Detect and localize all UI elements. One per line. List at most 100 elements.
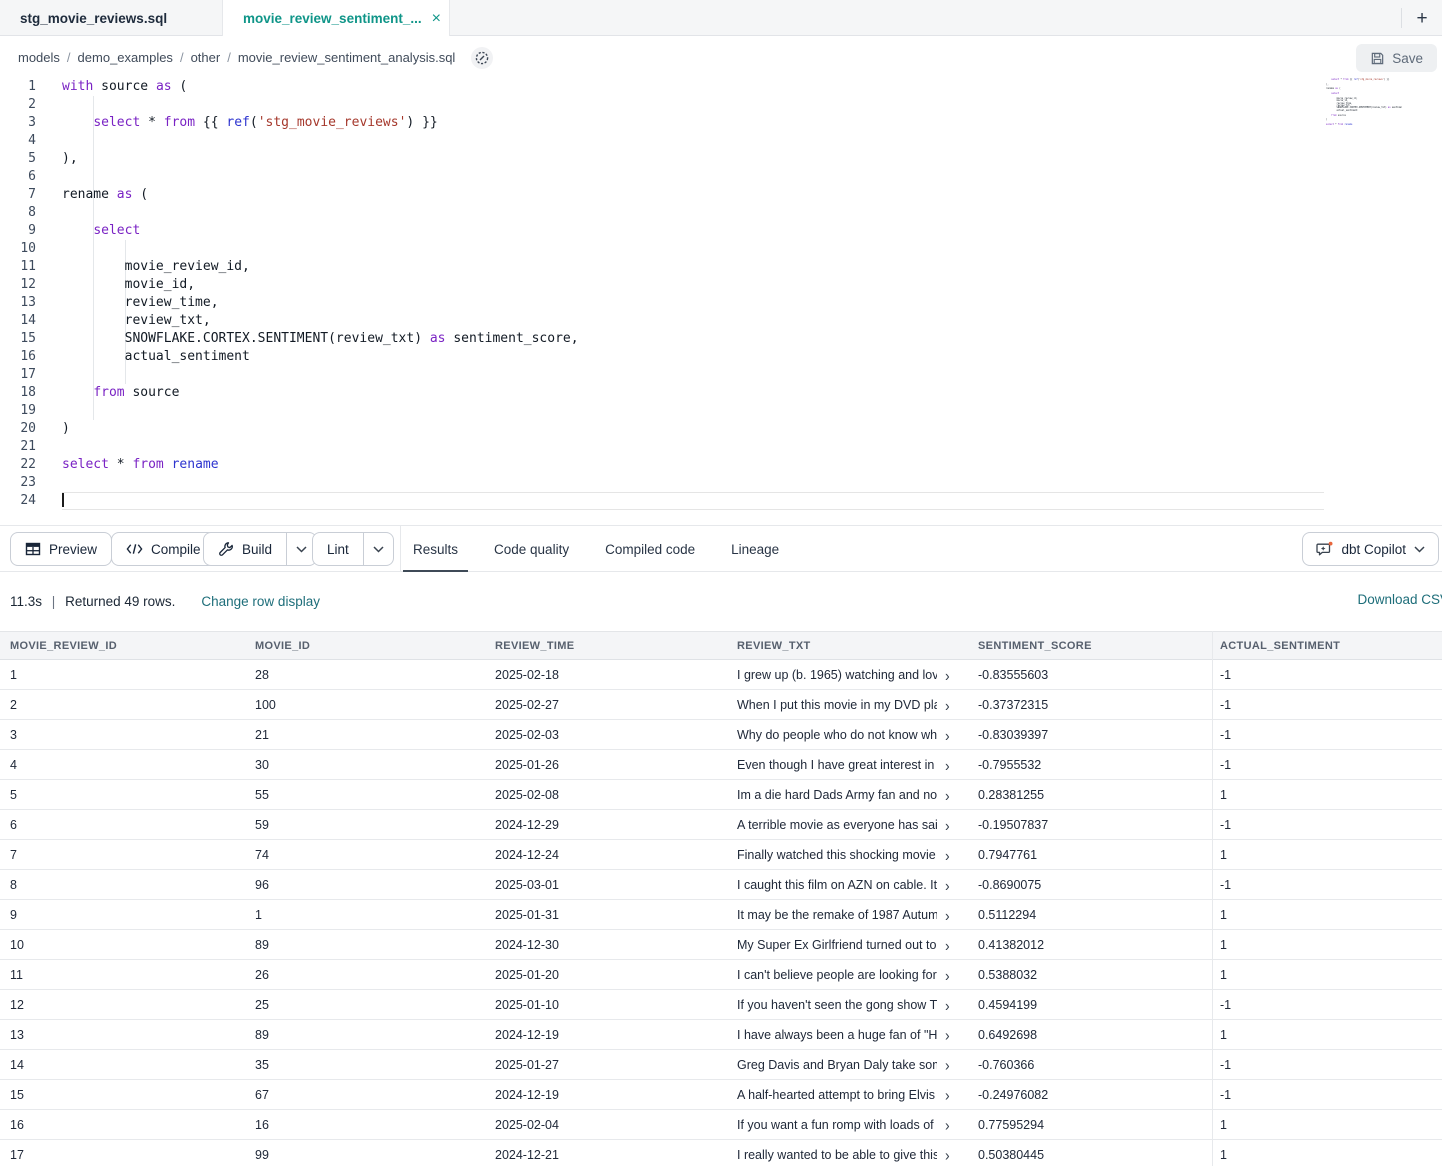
table-icon — [25, 541, 41, 557]
expand-cell-icon[interactable]: › — [945, 936, 950, 952]
cell-review-txt: A half-hearted attempt to bring Elvis P…… — [737, 1088, 978, 1102]
cell: 100 — [255, 698, 495, 712]
cell: 0.28381255 — [978, 788, 1220, 802]
expand-cell-icon[interactable]: › — [945, 786, 950, 802]
line-number: 15 — [0, 330, 36, 348]
expand-cell-icon[interactable]: › — [945, 816, 950, 832]
table-row: 10892024-12-30My Super Ex Girlfriend tur… — [0, 930, 1442, 960]
lint-button-label: Lint — [327, 542, 349, 557]
expand-cell-icon[interactable]: › — [945, 906, 950, 922]
expand-cell-icon[interactable]: › — [945, 1026, 950, 1042]
toolbar-divider — [400, 526, 401, 572]
expand-cell-icon[interactable]: › — [945, 666, 950, 682]
chevron-down-icon — [296, 546, 307, 553]
cell-review-txt: Why do people who do not know what…› — [737, 728, 978, 742]
review-text: I can't believe people are looking for a… — [737, 968, 937, 982]
table-body: 1282025-02-18I grew up (b. 1965) watchin… — [0, 660, 1442, 1166]
cell: 1 — [1220, 788, 1442, 802]
expand-cell-icon[interactable]: › — [945, 1056, 950, 1072]
column-header-actual_sentiment: ACTUAL_SENTIMENT — [1220, 640, 1442, 652]
cell: -1 — [1220, 1088, 1442, 1102]
cell: 67 — [255, 1088, 495, 1102]
cell: 2025-01-10 — [495, 998, 737, 1012]
code-editor[interactable]: 123456789101112131415161718192021222324 … — [0, 78, 1442, 525]
results-tab-strip: Results Code quality Compiled code Lineage — [403, 526, 805, 572]
cell-review-txt: I grew up (b. 1965) watching and lovin…› — [737, 668, 978, 682]
table-row: 12252025-01-10If you haven't seen the go… — [0, 990, 1442, 1020]
review-text: Even though I have great interest in Bi… — [737, 758, 937, 772]
cell: 0.7947761 — [978, 848, 1220, 862]
save-button[interactable]: Save — [1356, 44, 1437, 72]
expand-cell-icon[interactable]: › — [945, 996, 950, 1012]
expand-cell-icon[interactable]: › — [945, 966, 950, 982]
compile-button[interactable]: Compile — [111, 532, 216, 566]
tab-compiled-code[interactable]: Compiled code — [595, 526, 705, 572]
expand-cell-icon[interactable]: › — [945, 876, 950, 892]
change-row-display-link[interactable]: Change row display — [201, 594, 320, 609]
code-line: with source as ( — [62, 78, 1324, 96]
cell: 1 — [1220, 968, 1442, 982]
cell: 74 — [255, 848, 495, 862]
cell: 15 — [10, 1088, 255, 1102]
results-table: MOVIE_REVIEW_IDMOVIE_IDREVIEW_TIMEREVIEW… — [0, 631, 1442, 1166]
cell: -1 — [1220, 668, 1442, 682]
expand-cell-icon[interactable]: › — [945, 1086, 950, 1102]
tab-lineage[interactable]: Lineage — [721, 526, 789, 572]
expand-cell-icon[interactable]: › — [945, 846, 950, 862]
line-number: 13 — [0, 294, 36, 312]
line-number: 12 — [0, 276, 36, 294]
review-text: When I put this movie in my DVD playe… — [737, 698, 937, 712]
table-row: 15672024-12-19A half-hearted attempt to … — [0, 1080, 1442, 1110]
close-icon[interactable]: × — [432, 10, 441, 28]
cell: 10 — [10, 938, 255, 952]
expand-cell-icon[interactable]: › — [945, 1146, 950, 1162]
wrench-icon — [218, 541, 234, 557]
table-row: 4302025-01-26Even though I have great in… — [0, 750, 1442, 780]
cell: -0.8690075 — [978, 878, 1220, 892]
breadcrumb-models[interactable]: models — [18, 50, 60, 65]
query-stats: 11.3s | Returned 49 rows. — [10, 594, 175, 609]
expand-cell-icon[interactable]: › — [945, 696, 950, 712]
line-number: 3 — [0, 114, 36, 132]
file-tab-stg-movie-reviews[interactable]: stg_movie_reviews.sql — [0, 0, 222, 36]
compile-button-label: Compile — [151, 542, 201, 557]
tab-results[interactable]: Results — [403, 526, 468, 572]
build-button[interactable]: Build — [204, 533, 286, 565]
cell: 16 — [10, 1118, 255, 1132]
cell: -0.37372315 — [978, 698, 1220, 712]
breadcrumb-demo-examples[interactable]: demo_examples — [78, 50, 173, 65]
cell: 2025-02-18 — [495, 668, 737, 682]
table-row: 8962025-03-01I caught this film on AZN o… — [0, 870, 1442, 900]
line-number: 14 — [0, 312, 36, 330]
line-number: 22 — [0, 456, 36, 474]
tab-code-quality[interactable]: Code quality — [484, 526, 579, 572]
expand-cell-icon[interactable]: › — [945, 726, 950, 742]
cell: 11 — [10, 968, 255, 982]
cell-review-txt: Im a die hard Dads Army fan and nothi…› — [737, 788, 978, 802]
cell: 26 — [255, 968, 495, 982]
new-tab-button[interactable]: + — [1410, 7, 1434, 31]
cell: 2025-01-26 — [495, 758, 737, 772]
file-tab-movie-review-sentiment[interactable]: movie_review_sentiment_... × — [222, 0, 450, 37]
lint-split-button: Lint — [312, 532, 394, 566]
line-number: 18 — [0, 384, 36, 402]
cell-review-txt: If you want a fun romp with loads of s…› — [737, 1118, 978, 1132]
expand-cell-icon[interactable]: › — [945, 756, 950, 772]
preview-button[interactable]: Preview — [10, 532, 112, 566]
lint-dropdown-button[interactable] — [363, 533, 393, 565]
dbt-copilot-button[interactable]: dbt Copilot — [1302, 532, 1439, 566]
lint-button[interactable]: Lint — [313, 533, 363, 565]
editor-minimap[interactable]: with source as ( select * from {{ ref('s… — [1326, 78, 1402, 131]
copilot-compass-icon[interactable] — [471, 47, 493, 69]
breadcrumb-other[interactable]: other — [191, 50, 221, 65]
breadcrumb: models / demo_examples / other / movie_r… — [18, 47, 493, 69]
save-button-label: Save — [1392, 51, 1423, 66]
cell: -0.7955532 — [978, 758, 1220, 772]
code-content[interactable]: with source as ( select * from {{ ref('s… — [62, 78, 1324, 510]
column-header-movie_id: MOVIE_ID — [255, 640, 495, 652]
download-csv-link[interactable]: Download CSV — [1357, 592, 1442, 607]
column-header-review_time: REVIEW_TIME — [495, 640, 737, 652]
cell: -0.760366 — [978, 1058, 1220, 1072]
expand-cell-icon[interactable]: › — [945, 1116, 950, 1132]
cell: 0.50380445 — [978, 1148, 1220, 1162]
